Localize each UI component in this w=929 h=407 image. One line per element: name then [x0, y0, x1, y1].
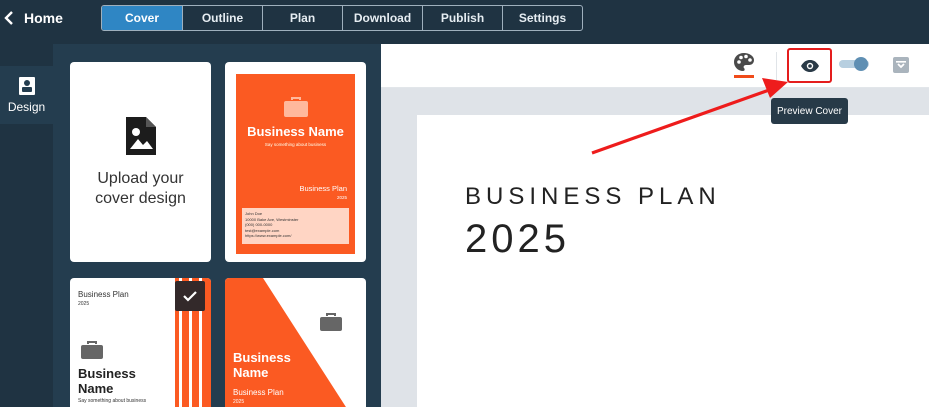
briefcase-icon	[81, 341, 103, 359]
template-card-1[interactable]: Business Name Say something about busine…	[225, 62, 366, 262]
tab-outline[interactable]: Outline	[182, 6, 262, 30]
active-underline	[734, 75, 754, 78]
home-label: Home	[24, 10, 63, 26]
rail-item-design[interactable]: Design	[0, 66, 53, 124]
left-rail: Design	[0, 44, 53, 407]
cover-year: 2025	[465, 217, 570, 261]
selected-check-badge[interactable]	[175, 281, 205, 311]
archive-button[interactable]	[892, 56, 910, 74]
upload-label: Upload your cover design	[95, 170, 186, 207]
tab-cover[interactable]: Cover	[102, 6, 182, 30]
toggle-knob	[854, 57, 868, 71]
tab-download[interactable]: Download	[342, 6, 422, 30]
name-line: Name	[78, 381, 114, 396]
template-year: 2025	[78, 301, 90, 307]
image-upload-icon	[125, 117, 156, 155]
template-business-name: Business Name	[247, 124, 344, 139]
name-line: Business	[233, 350, 291, 365]
portrait-icon	[18, 77, 35, 95]
tab-settings[interactable]: Settings	[502, 6, 582, 30]
cover-title: BUSINESS PLAN	[465, 183, 721, 210]
tab-bar: Cover Outline Plan Download Publish Sett…	[101, 5, 583, 31]
template-cover-orange: Business Name Say something about busine…	[236, 74, 355, 254]
palette-icon	[734, 53, 754, 71]
template-tagline: Say something about business	[264, 142, 327, 147]
preview-canvas: BUSINESS PLAN 2025	[381, 88, 929, 407]
preview-cover-button[interactable]	[787, 48, 832, 83]
chevron-left-icon	[4, 11, 13, 25]
tab-plan[interactable]: Plan	[262, 6, 342, 30]
preview-cover-tooltip: Preview Cover	[771, 98, 848, 124]
tab-publish[interactable]: Publish	[422, 6, 502, 30]
template-plan-label: Business Plan	[233, 388, 284, 397]
name-line: Name	[233, 365, 269, 380]
rail-design-label: Design	[7, 100, 46, 114]
template-contact-box: John Doe 10000 Bake Ave, Westminster (00…	[242, 208, 349, 244]
top-bar: Home Cover Outline Plan Download Publish…	[0, 0, 929, 44]
toolbar-divider	[776, 52, 777, 80]
template-year: 2025	[233, 399, 245, 405]
template-plan-label: Business Plan	[299, 184, 347, 193]
eye-icon	[800, 59, 819, 72]
template-card-3[interactable]: Business Name Business Plan 2025	[225, 278, 366, 407]
template-card-2[interactable]: Business Plan 2025 Business Name Say som…	[70, 278, 211, 407]
briefcase-icon	[284, 97, 308, 117]
template-business-name: Business Name	[78, 366, 136, 396]
templates-panel: Upload your cover design Business Name S…	[53, 44, 381, 407]
template-plan-label: Business Plan	[78, 290, 129, 299]
template-year: 2025	[336, 195, 347, 200]
name-line: Business	[78, 366, 136, 381]
template-business-name: Business Name	[233, 350, 291, 380]
briefcase-icon	[320, 313, 342, 331]
home-button[interactable]: Home	[4, 8, 63, 28]
template-tagline: Say something about business	[78, 398, 147, 404]
toggle-switch[interactable]	[839, 57, 869, 71]
archive-icon	[893, 57, 909, 73]
contact-line: https://www.example.com/	[245, 233, 292, 238]
cover-page: BUSINESS PLAN 2025	[417, 115, 929, 407]
checkmark-icon	[183, 291, 197, 302]
preview-toolbar	[381, 44, 929, 88]
upload-cover-card[interactable]: Upload your cover design	[70, 62, 211, 262]
palette-button[interactable]	[733, 52, 755, 78]
